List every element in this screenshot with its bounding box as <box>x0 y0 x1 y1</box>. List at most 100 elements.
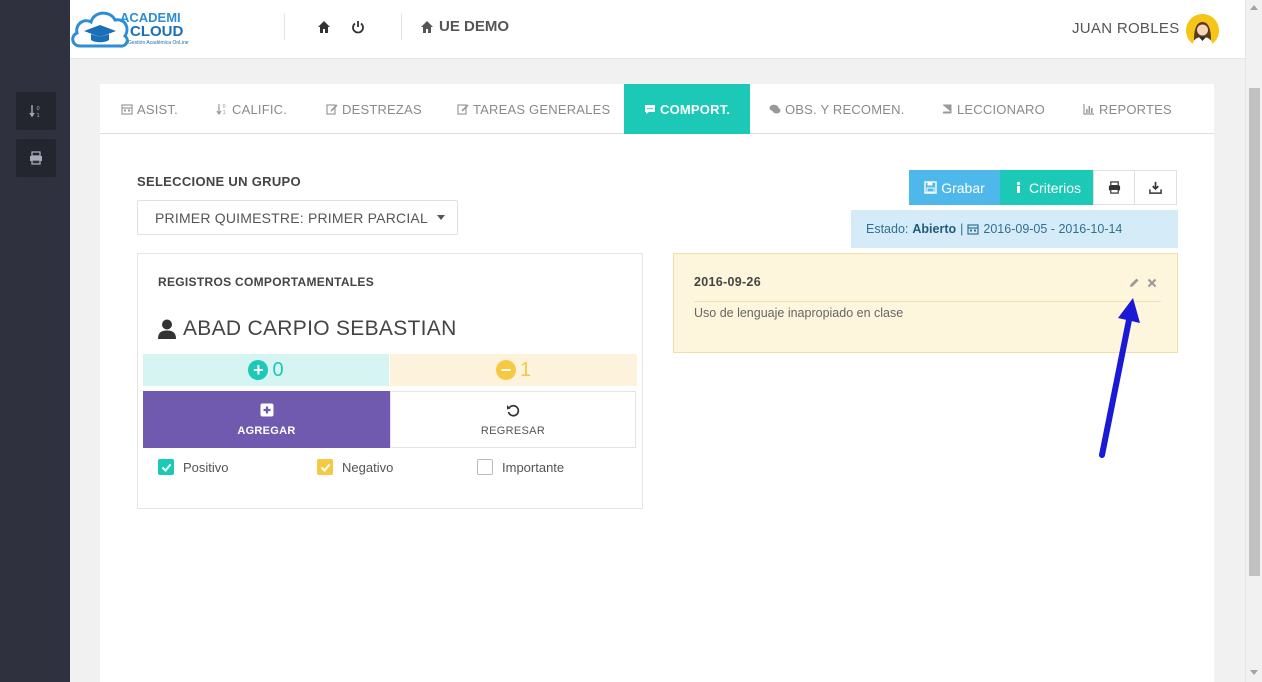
checkbox-unchecked-icon[interactable] <box>477 459 493 475</box>
negative-checkbox[interactable]: Negativo <box>317 459 393 475</box>
close-icon[interactable] <box>1146 276 1158 288</box>
tab-label: CALIFIC. <box>232 101 288 117</box>
download-button[interactable] <box>1135 170 1177 205</box>
tab-bar: ASIST. 01 CALIFIC. DESTREZAS TAREAS GENE… <box>100 84 1214 134</box>
user-name[interactable]: JUAN ROBLES <box>1072 20 1180 37</box>
power-icon <box>352 21 364 34</box>
checkbox-label: Negativo <box>342 459 394 475</box>
user-icon <box>158 319 176 339</box>
tab-label: TAREAS GENERALES <box>473 101 611 117</box>
annotation-arrow-icon <box>1099 298 1140 458</box>
tab-tareas-generales[interactable]: TAREAS GENERALES <box>457 84 610 134</box>
print-icon <box>1108 181 1120 194</box>
logo-tagline: Gestión Académica OnLine <box>128 40 189 46</box>
positive-count: 0 <box>272 358 284 381</box>
download-icon <box>1149 181 1162 194</box>
checkbox-checked-icon[interactable] <box>158 459 174 475</box>
student-name: ABAD CARPIO SEBASTIAN <box>158 317 457 341</box>
home-icon <box>318 21 330 33</box>
home-button[interactable] <box>315 18 333 36</box>
book-icon <box>942 104 952 114</box>
tab-comport[interactable]: COMPORT. <box>624 84 751 134</box>
info-icon <box>1016 181 1021 193</box>
tab-destrezas[interactable]: DESTREZAS <box>326 84 422 134</box>
back-label: REGRESAR <box>480 424 546 437</box>
checkbox-label: Importante <box>502 459 565 475</box>
caret-down-icon <box>436 215 445 220</box>
records-title: REGISTROS COMPORTAMENTALES <box>158 275 375 289</box>
home-icon <box>421 20 433 33</box>
pencil-icon[interactable] <box>1128 276 1140 288</box>
group-select-value: PRIMER QUIMESTRE: PRIMER PARCIAL <box>155 209 428 226</box>
add-record-label: AGREGAR <box>237 424 296 437</box>
svg-text:1: 1 <box>37 113 40 118</box>
page-scrollbar[interactable] <box>1245 0 1262 682</box>
positive-checkbox[interactable]: Positivo <box>158 459 229 475</box>
status-bar: Estado: Abierto | 2016-09-05 - 2016-10-1… <box>851 210 1178 248</box>
tab-obs-recomen[interactable]: OBS. Y RECOMEN. <box>769 84 905 134</box>
main-panel: ASIST. 01 CALIFIC. DESTREZAS TAREAS GENE… <box>100 84 1214 682</box>
negative-count: 1 <box>519 358 532 381</box>
calendar-icon <box>967 224 979 235</box>
sort-numeric-icon: 01 <box>216 104 226 115</box>
tab-calific[interactable]: 01 CALIFIC. <box>216 84 287 134</box>
tab-label: LECCIONARO <box>957 101 1045 117</box>
status-date-range: 2016-09-05 - 2016-10-14 <box>983 222 1123 236</box>
school-name-label: UE DEMO <box>439 18 510 35</box>
save-label: Grabar <box>941 179 985 196</box>
tab-label: OBS. Y RECOMEN. <box>785 101 905 117</box>
status-prefix: Estado: <box>866 222 909 236</box>
toolbar-buttons: Grabar Criterios <box>909 170 1177 205</box>
print-button[interactable] <box>1093 170 1135 205</box>
checkbox-label: Positivo <box>183 459 229 475</box>
group-select[interactable]: PRIMER QUIMESTRE: PRIMER PARCIAL <box>137 200 458 235</box>
header-divider <box>284 14 285 40</box>
tab-label: REPORTES <box>1099 101 1172 117</box>
top-header: ACADEMI CLOUD Gestión Académica OnLine U… <box>70 0 1245 59</box>
status-separator: | <box>960 222 964 236</box>
floppy-icon <box>924 181 937 194</box>
comment-icon <box>645 105 655 114</box>
edit-icon <box>326 104 338 115</box>
plus-circle-icon: + <box>248 360 269 380</box>
scroll-thumb[interactable] <box>1249 88 1260 576</box>
tab-leccionaro[interactable]: LECCIONARO <box>941 84 1045 134</box>
criteria-button[interactable]: Criterios <box>1000 170 1093 205</box>
comments-icon <box>769 104 781 114</box>
tab-label: COMPORT. <box>660 101 731 117</box>
print-icon <box>30 151 42 165</box>
avatar[interactable] <box>1186 14 1219 47</box>
status-value: Abierto <box>912 222 957 236</box>
negative-counter: − 1 <box>390 354 637 386</box>
checkbox-checked-icon[interactable] <box>317 459 333 475</box>
scroll-up-arrow-icon[interactable] <box>1250 5 1258 10</box>
save-button[interactable]: Grabar <box>909 170 1000 205</box>
logo-text-line2: CLOUD <box>130 23 184 40</box>
criteria-label: Criterios <box>1028 179 1082 196</box>
back-button[interactable]: REGRESAR <box>390 391 636 448</box>
sort-numeric-icon: 01 <box>29 105 40 118</box>
sort-numeric-button[interactable]: 01 <box>16 92 56 130</box>
edit-icon <box>457 104 469 115</box>
tab-reportes[interactable]: REPORTES <box>1083 84 1172 134</box>
scroll-down-arrow-icon[interactable] <box>1250 670 1258 675</box>
plus-square-icon <box>260 403 273 416</box>
important-checkbox[interactable]: Importante <box>477 459 564 475</box>
school-name: UE DEMO <box>420 18 509 35</box>
academicloud-logo[interactable]: ACADEMI CLOUD Gestión Académica OnLine <box>70 6 195 52</box>
undo-icon <box>507 404 520 417</box>
group-label: SELECCIONE UN GRUPO <box>137 174 301 189</box>
note-date: 2016-09-26 <box>694 275 761 289</box>
tab-label: DESTREZAS <box>342 101 422 117</box>
calendar-icon <box>121 104 133 115</box>
tab-asist[interactable]: ASIST. <box>121 84 178 134</box>
add-record-button[interactable]: AGREGAR <box>143 391 390 448</box>
bar-chart-icon <box>1083 104 1094 115</box>
note-text: Uso de lenguaje inapropiado en clase <box>694 306 904 320</box>
tab-label: ASIST. <box>137 101 178 117</box>
power-button[interactable] <box>349 18 367 36</box>
positive-counter: + 0 <box>143 354 389 386</box>
header-divider <box>401 14 402 40</box>
minus-circle-icon: − <box>495 360 516 380</box>
print-side-button[interactable] <box>16 139 56 177</box>
